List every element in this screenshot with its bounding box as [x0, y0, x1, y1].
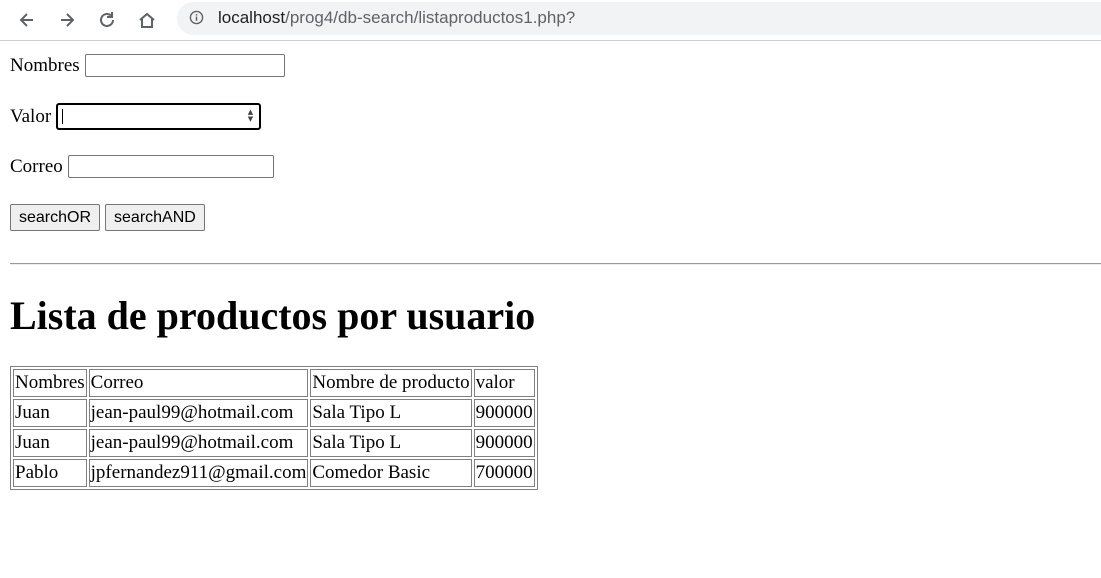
cell-correo: jpfernandez911@gmail.com — [88, 459, 309, 487]
correo-row: Correo — [10, 155, 274, 178]
browser-toolbar: localhost/prog4/db-search/listaproductos… — [0, 0, 1101, 41]
header-valor: valor — [473, 369, 535, 397]
table-row: Juan jean-paul99@hotmail.com Sala Tipo L… — [13, 399, 535, 427]
header-correo: Correo — [88, 369, 309, 397]
url-host: localhost — [218, 8, 286, 27]
divider — [10, 263, 1101, 265]
nombres-row: Nombres — [10, 54, 285, 77]
cell-producto: Sala Tipo L — [310, 399, 472, 427]
cell-valor: 900000 — [473, 399, 535, 427]
home-icon[interactable] — [133, 6, 161, 34]
cell-correo: jean-paul99@hotmail.com — [88, 429, 309, 457]
forward-arrow-icon[interactable] — [53, 6, 81, 34]
cell-producto: Sala Tipo L — [310, 429, 472, 457]
reload-icon[interactable] — [93, 6, 121, 34]
valor-row: Valor ▲ ▼ — [10, 103, 262, 130]
text-caret — [62, 109, 64, 124]
info-icon[interactable] — [189, 10, 204, 25]
buttons-row: searchOR searchAND — [10, 204, 205, 231]
spinner-arrows-icon[interactable]: ▲ ▼ — [248, 109, 253, 123]
header-nombres: Nombres — [13, 369, 87, 397]
cell-valor: 700000 — [473, 459, 535, 487]
header-nombre-producto: Nombre de producto — [310, 369, 472, 397]
table-header-row: Nombres Correo Nombre de producto valor — [13, 369, 535, 397]
url-text: localhost/prog4/db-search/listaproductos… — [218, 8, 575, 28]
cell-nombres: Juan — [13, 429, 87, 457]
nombres-label: Nombres — [10, 54, 80, 76]
back-arrow-icon[interactable] — [13, 6, 41, 34]
valor-label: Valor — [10, 105, 52, 127]
cell-producto: Comedor Basic — [310, 459, 472, 487]
cell-nombres: Juan — [13, 399, 87, 427]
table-row: Pablo jpfernandez911@gmail.com Comedor B… — [13, 459, 535, 487]
address-bar[interactable]: localhost/prog4/db-search/listaproductos… — [177, 2, 1101, 35]
correo-label: Correo — [10, 155, 63, 177]
search-and-button[interactable]: searchAND — [105, 204, 205, 231]
search-or-button[interactable]: searchOR — [10, 204, 101, 231]
page-title: Lista de productos por usuario — [10, 293, 536, 338]
products-table: Nombres Correo Nombre de producto valor … — [10, 366, 538, 490]
cell-correo: jean-paul99@hotmail.com — [88, 399, 309, 427]
cell-nombres: Pablo — [13, 459, 87, 487]
correo-input[interactable] — [67, 155, 274, 178]
table-row: Juan jean-paul99@hotmail.com Sala Tipo L… — [13, 429, 535, 457]
valor-number-input[interactable]: ▲ ▼ — [56, 103, 262, 130]
cell-valor: 900000 — [473, 429, 535, 457]
url-path: /prog4/db-search/listaproductos1.php? — [285, 8, 576, 27]
nombres-input[interactable] — [84, 54, 285, 77]
